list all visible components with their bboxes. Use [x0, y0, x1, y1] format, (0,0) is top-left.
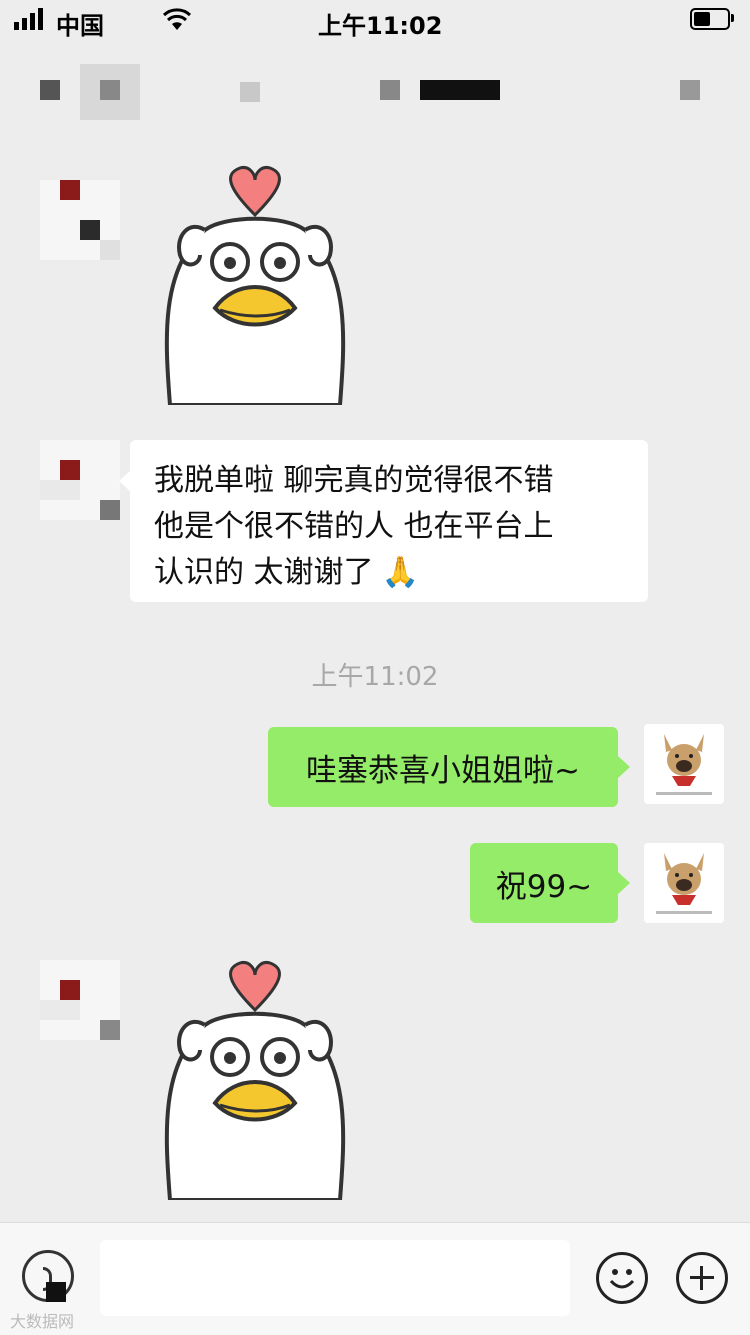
chat-title	[380, 80, 400, 100]
message-line: 他是个很不错的人 也在平台上	[154, 509, 554, 544]
nav-bar	[0, 50, 750, 130]
signal-icon	[14, 8, 50, 30]
my-avatar[interactable]	[644, 843, 724, 923]
avatar[interactable]	[40, 960, 120, 1040]
duck-heart-sticker[interactable]	[155, 160, 355, 407]
smiley-icon[interactable]	[596, 1252, 648, 1304]
message-timestamp: 上午11:02	[311, 662, 439, 692]
my-avatar[interactable]	[644, 724, 724, 804]
back-button[interactable]	[40, 80, 60, 100]
message-bubble-in[interactable]: 我脱单啦 聊完真的觉得很不错 他是个很不错的人 也在平台上 认识的 太谢谢了 🙏	[130, 440, 648, 602]
bubble-tail	[618, 872, 630, 894]
pixel-mask	[46, 1282, 66, 1302]
avatar[interactable]	[40, 440, 120, 520]
message-bubble-out[interactable]: 哇塞恭喜小姐姐啦~	[268, 727, 618, 807]
battery-icon	[690, 8, 730, 30]
message-line: 认识的 太谢谢了	[154, 555, 374, 590]
carrier-label: 中国	[56, 12, 104, 40]
dog-avatar-icon	[644, 724, 724, 804]
bubble-tail	[618, 756, 630, 778]
more-options-button[interactable]	[680, 80, 700, 100]
status-time: 上午11:02	[318, 12, 443, 40]
battery-tip	[731, 14, 734, 22]
message-input[interactable]	[100, 1240, 570, 1316]
folded-hands-emoji: 🙏	[381, 555, 419, 590]
dog-avatar-icon	[644, 843, 724, 923]
message-bubble-out[interactable]: 祝99~	[470, 843, 618, 923]
message-text: 哇塞恭喜小姐姐啦~	[306, 752, 580, 789]
status-bar: 中国 上午11:02	[0, 0, 750, 40]
wifi-icon	[162, 8, 192, 32]
avatar[interactable]	[40, 180, 120, 260]
message-text: 祝99~	[495, 868, 593, 905]
watermark: 大数据网	[10, 1312, 75, 1331]
message-line: 我脱单啦 聊完真的觉得很不错	[154, 463, 554, 498]
plus-icon[interactable]	[676, 1252, 728, 1304]
duck-heart-sticker[interactable]	[155, 955, 355, 1202]
